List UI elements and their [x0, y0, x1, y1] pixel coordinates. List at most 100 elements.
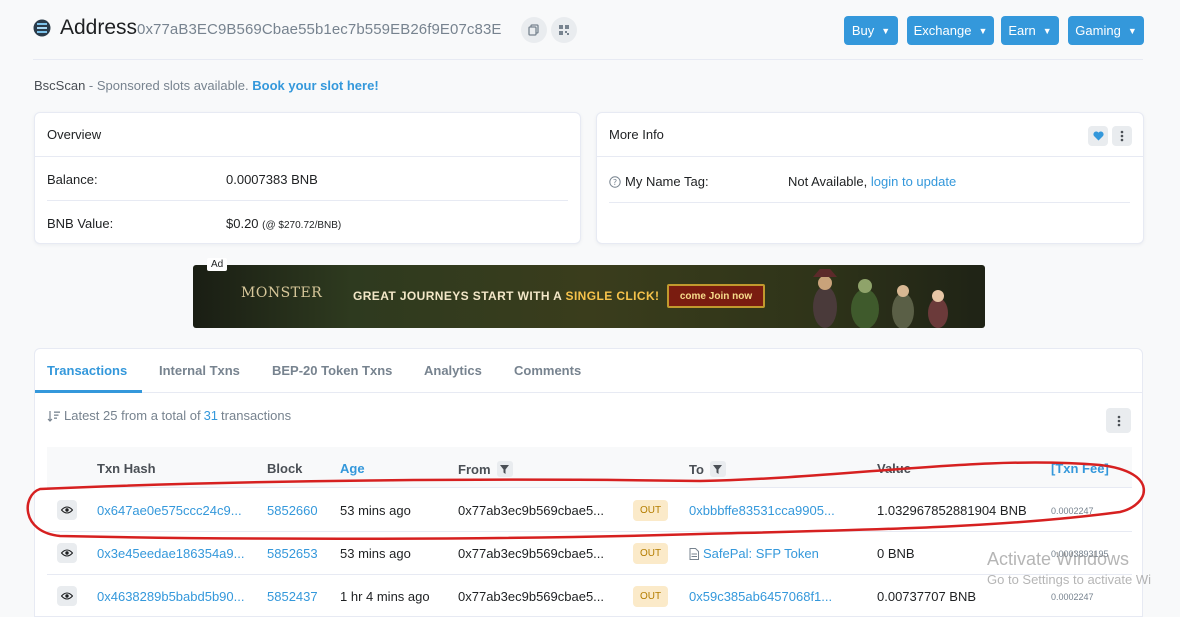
col-txn-hash: Txn Hash — [97, 461, 156, 476]
view-txn-details-button[interactable] — [57, 586, 77, 606]
table-row: 0x4638289b5babd5b90... 5852437 1 hr 4 mi… — [47, 575, 1132, 617]
direction-badge: OUT — [633, 500, 669, 521]
nav-buy-button[interactable]: Buy ▼ — [844, 16, 898, 45]
direction-badge: OUT — [633, 586, 669, 607]
table-row: 0x3e45eedae186354a9... 5852653 53 mins a… — [47, 532, 1132, 575]
col-block: Block — [267, 461, 303, 476]
col-age-toggle[interactable]: Age — [340, 461, 365, 476]
more-options-button[interactable] — [1112, 126, 1132, 146]
from-filter-button[interactable] — [496, 461, 513, 477]
qr-code-button[interactable] — [551, 17, 577, 43]
to-address-link[interactable]: 0xbbbffe83531cca9905... — [689, 503, 835, 518]
tab-comments[interactable]: Comments — [514, 363, 581, 378]
sponsored-slots-banner: BscScan - Sponsored slots available. Boo… — [34, 78, 379, 93]
direction-badge: OUT — [633, 543, 669, 564]
txn-value: 0.00737707 BNB — [877, 589, 977, 604]
overview-title: Overview — [47, 127, 102, 142]
ad-label: Ad — [207, 258, 228, 271]
ad-characters-illustration — [813, 269, 948, 328]
copy-icon — [528, 24, 539, 36]
total-transactions-link[interactable]: 31 — [204, 408, 218, 423]
sort-icon — [47, 410, 60, 422]
balance-value: 0.0007383 BNB — [226, 172, 318, 187]
svg-text:?: ? — [613, 178, 617, 187]
login-to-update-link[interactable]: login to update — [871, 174, 956, 189]
copy-address-button[interactable] — [521, 17, 547, 43]
chevron-down-icon: ▼ — [881, 25, 891, 36]
qr-code-icon — [559, 25, 569, 35]
nav-gaming-button[interactable]: Gaming ▼ — [1068, 16, 1144, 45]
filter-icon — [500, 464, 509, 474]
overview-card-header: Overview — [35, 113, 580, 157]
bnb-price-rate: (@ $270.72/BNB) — [262, 220, 342, 231]
bnb-value-amount: $0.20 — [226, 216, 259, 231]
overview-card: Overview Balance: 0.0007383 BNB BNB Valu… — [34, 112, 581, 244]
transactions-summary: Latest 25 from a total of 31 transaction… — [47, 408, 291, 423]
view-txn-details-button[interactable] — [57, 500, 77, 520]
overview-divider — [47, 200, 568, 201]
from-address: 0x77ab3ec9b569cbae5... — [458, 546, 605, 561]
more-info-divider — [609, 202, 1130, 203]
eye-icon — [61, 549, 73, 557]
to-contract-link[interactable]: SafePal: SFP Token — [703, 546, 819, 561]
ad-headline: Great Journeys Start With a Single Click… — [353, 289, 660, 303]
kebab-menu-icon — [1117, 415, 1120, 426]
txn-fee: 0.0002247 — [1051, 506, 1094, 516]
tab-internal-txns[interactable]: Internal Txns — [159, 363, 240, 378]
bnb-value-label: BNB Value: — [47, 216, 114, 231]
book-slot-link[interactable]: Book your slot here! — [252, 78, 378, 93]
more-info-card: More Info ? My Name Tag: Not Available, … — [596, 112, 1144, 244]
view-txn-details-button[interactable] — [57, 543, 77, 563]
page-title: Address — [60, 16, 138, 39]
help-circle-icon: ? — [609, 175, 621, 188]
ad-join-button[interactable]: come Join now — [667, 284, 765, 308]
name-tag-label: My Name Tag: — [625, 174, 709, 189]
ad-game-logo: MONSTER — [241, 285, 323, 301]
chevron-down-icon: ▼ — [1127, 25, 1137, 36]
block-link[interactable]: 5852660 — [267, 503, 318, 518]
favorite-button[interactable] — [1088, 126, 1108, 146]
nav-earn-button[interactable]: Earn ▼ — [1001, 16, 1059, 45]
block-link[interactable]: 5852653 — [267, 546, 318, 561]
active-tab-indicator — [35, 390, 142, 393]
txn-value: 1.032967852881904 BNB — [877, 503, 1027, 518]
sponsor-text: - Sponsored slots available. — [85, 78, 253, 93]
table-header: Txn Hash Block Age From To Value [Txn Fe… — [47, 447, 1132, 488]
col-from: From — [458, 461, 491, 477]
table-row: 0x647ae0e575ccc24c9... 5852660 53 mins a… — [47, 489, 1132, 532]
balance-label: Balance: — [47, 172, 98, 187]
tab-transactions[interactable]: Transactions — [47, 363, 127, 378]
page-header: Address 0x77aB3EC9B569Cbae55b1ec7b559EB2… — [33, 0, 1144, 60]
txn-hash-link[interactable]: 0x3e45eedae186354a9... — [97, 546, 244, 561]
col-txn-fee-toggle[interactable]: [Txn Fee] — [1051, 461, 1109, 476]
txn-hash-link[interactable]: 0x647ae0e575ccc24c9... — [97, 503, 242, 518]
more-info-title: More Info — [609, 127, 664, 142]
txn-value: 0 BNB — [877, 546, 915, 561]
eye-icon — [61, 592, 73, 600]
table-options-button[interactable] — [1106, 408, 1131, 433]
col-value: Value — [877, 461, 911, 476]
txn-age: 53 mins ago — [340, 503, 411, 518]
heart-icon — [1092, 131, 1104, 141]
kebab-menu-icon — [1120, 130, 1124, 142]
txn-age: 53 mins ago — [340, 546, 411, 561]
from-address: 0x77ab3ec9b569cbae5... — [458, 589, 605, 604]
block-link[interactable]: 5852437 — [267, 589, 318, 604]
nav-exchange-button[interactable]: Exchange ▼ — [907, 16, 994, 45]
txn-hash-link[interactable]: 0x4638289b5babd5b90... — [97, 589, 244, 604]
sponsor-brand: BscScan — [34, 78, 86, 93]
tab-bep20-token-txns[interactable]: BEP-20 Token Txns — [272, 363, 392, 378]
more-info-card-header: More Info — [597, 113, 1143, 157]
os-activation-watermark: Activate Windows Go to Settings to activ… — [987, 549, 1152, 587]
filter-icon — [713, 464, 723, 474]
col-to: To — [689, 461, 704, 477]
transactions-panel: Transactions Internal Txns BEP-20 Token … — [34, 348, 1143, 617]
chevron-down-icon: ▼ — [978, 25, 988, 36]
to-filter-button[interactable] — [709, 461, 726, 477]
tab-bar: Transactions Internal Txns BEP-20 Token … — [35, 349, 1142, 393]
txn-age: 1 hr 4 mins ago — [340, 589, 430, 604]
to-address-link[interactable]: 0x59c385ab6457068f1... — [689, 589, 832, 604]
address-hash: 0x77aB3EC9B569Cbae55b1ec7b559EB26f9E07c8… — [137, 21, 502, 38]
ad-banner[interactable]: MONSTER Great Journeys Start With a Sing… — [193, 265, 985, 328]
tab-analytics[interactable]: Analytics — [424, 363, 482, 378]
